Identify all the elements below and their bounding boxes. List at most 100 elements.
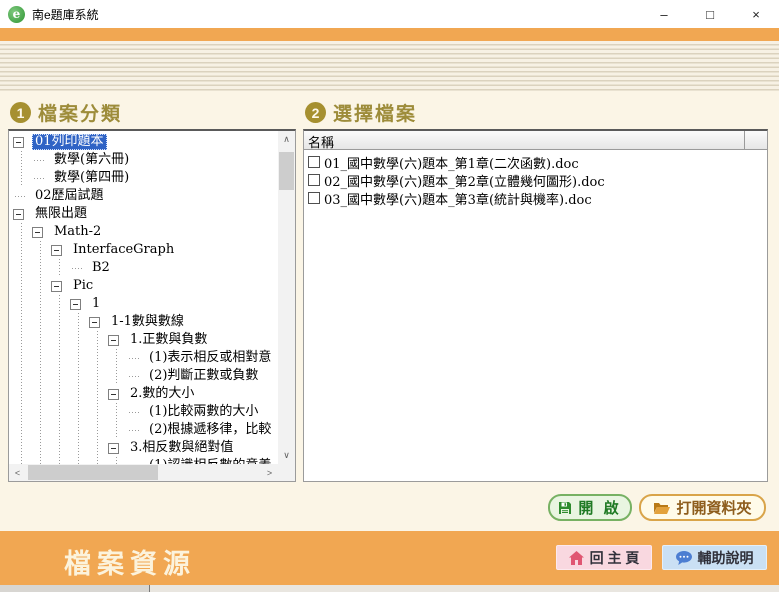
file-row[interactable]: 01_國中數學(六)題本_第1章(二次函數).doc — [304, 153, 767, 171]
scroll-down-icon[interactable]: ∨ — [278, 447, 295, 464]
tree-item-label[interactable]: 1-1數與數線 — [108, 314, 187, 330]
open-button[interactable]: 開 啟 — [548, 494, 632, 521]
tree-item-label[interactable]: (1)比較兩數的大小 — [146, 404, 261, 420]
tree-item[interactable]: (1)表示相反或相對意 — [13, 349, 278, 367]
tree-item-label[interactable]: 數學(第六冊) — [51, 152, 132, 168]
tree-item-label[interactable]: 1 — [89, 296, 103, 312]
tree-item-label[interactable]: 無限出題 — [32, 206, 90, 222]
scroll-up-icon[interactable]: ∧ — [278, 131, 295, 148]
tree-guide-line — [32, 385, 51, 403]
folder-icon — [653, 501, 670, 515]
minimize-button[interactable]: – — [641, 0, 687, 28]
vertical-scroll-thumb[interactable] — [279, 152, 294, 190]
collapse-toggle-icon[interactable] — [108, 389, 119, 400]
tree-guide-line — [13, 403, 32, 421]
tree-item[interactable]: 02歷屆試題 — [13, 187, 278, 205]
speech-bubble-icon — [676, 551, 692, 565]
tree-item-label[interactable]: 1.正數與負數 — [127, 332, 210, 348]
close-button[interactable]: × — [733, 0, 779, 28]
tree-item-label[interactable]: Pic — [70, 278, 96, 294]
tree-guide-line — [32, 259, 51, 277]
scroll-right-icon[interactable]: > — [261, 464, 278, 481]
tree-guide-line — [13, 313, 32, 331]
tree-item[interactable]: 數學(第六冊) — [13, 151, 278, 169]
tree-item-label[interactable]: (2)判斷正數或負數 — [146, 368, 261, 384]
tree-item[interactable]: 數學(第四冊) — [13, 169, 278, 187]
file-row[interactable]: 02_國中數學(六)題本_第2章(立體幾何圖形).doc — [304, 171, 767, 189]
tree-connector — [127, 457, 146, 464]
collapse-toggle-icon[interactable] — [51, 281, 62, 292]
file-name-label[interactable]: 02_國中數學(六)題本_第2章(立體幾何圖形).doc — [324, 171, 605, 190]
collapse-toggle-icon[interactable] — [51, 245, 62, 256]
tree-item-label[interactable]: 02歷屆試題 — [32, 188, 107, 204]
home-icon — [569, 551, 584, 565]
tree-guide-line — [32, 331, 51, 349]
column-header-name[interactable]: 名稱 — [304, 131, 745, 149]
tree-item[interactable]: Math-2 — [13, 223, 278, 241]
tree-item[interactable]: 無限出題 — [13, 205, 278, 223]
tree-item[interactable]: 1.正數與負數 — [13, 331, 278, 349]
tree-item-label[interactable]: B2 — [89, 260, 113, 276]
help-button[interactable]: 輔助說明 — [662, 545, 767, 570]
tree-guide-line — [32, 313, 51, 331]
tree-item-label[interactable]: 2.數的大小 — [127, 386, 197, 402]
tree-item-label[interactable]: (1)表示相反或相對意 — [146, 350, 274, 366]
tree-guide-line — [70, 385, 89, 403]
file-row[interactable]: 03_國中數學(六)題本_第3章(統計與機率).doc — [304, 189, 767, 207]
maximize-button[interactable]: □ — [687, 0, 733, 28]
tree-item[interactable]: B2 — [13, 259, 278, 277]
open-button-label: 開 啟 — [578, 497, 621, 518]
tree-item[interactable]: (2)根據遞移律，比較 — [13, 421, 278, 439]
tree-item-label[interactable]: 01列印題本 — [32, 134, 107, 150]
tree-guide-line — [51, 457, 70, 464]
section-title-select: 選擇檔案 — [333, 99, 417, 126]
tree-item[interactable]: InterfaceGraph — [13, 241, 278, 259]
tree-guide-line — [13, 295, 32, 313]
scroll-left-icon[interactable]: < — [9, 464, 26, 481]
collapse-toggle-icon[interactable] — [32, 227, 43, 238]
home-button[interactable]: 回 主 頁 — [556, 545, 652, 570]
tree-connector — [127, 403, 146, 421]
file-checkbox[interactable] — [308, 192, 320, 204]
file-list-header[interactable]: 名稱 — [304, 131, 767, 150]
file-checkbox[interactable] — [308, 156, 320, 168]
tree-view[interactable]: 01列印題本數學(第六冊) 數學(第四冊) 02歷屆試題無限出題 Math-2 Inte… — [9, 131, 278, 464]
tree-item[interactable]: (1)認識相反數的意義 — [13, 457, 278, 464]
tree-item-label[interactable]: (2)根據遞移律，比較 — [146, 422, 274, 438]
tree-connector — [13, 187, 32, 205]
window-controls: – □ × — [641, 0, 779, 28]
tree-guide-line — [13, 223, 32, 241]
collapse-toggle-icon[interactable] — [13, 137, 24, 148]
tree-item[interactable]: 2.數的大小 — [13, 385, 278, 403]
file-name-label[interactable]: 03_國中數學(六)題本_第3章(統計與機率).doc — [324, 189, 592, 208]
collapse-toggle-icon[interactable] — [108, 335, 119, 346]
tree-item[interactable]: 01列印題本 — [13, 133, 278, 151]
collapse-toggle-icon[interactable] — [108, 443, 119, 454]
collapse-toggle-icon[interactable] — [70, 299, 81, 310]
column-header-extra[interactable] — [745, 131, 767, 149]
tree-guide-line — [70, 421, 89, 439]
tree-item-label[interactable]: 數學(第四冊) — [51, 170, 132, 186]
tree-item-label[interactable]: 3.相反數與絕對值 — [127, 440, 236, 456]
file-checkbox[interactable] — [308, 174, 320, 186]
collapse-toggle-icon[interactable] — [89, 317, 100, 328]
tree-item[interactable]: 1-1數與數線 — [13, 313, 278, 331]
tree-vertical-scrollbar[interactable]: ∧ ∨ — [278, 131, 295, 464]
open-folder-button[interactable]: 打開資料夾 — [639, 494, 766, 521]
tree-guide-line — [51, 439, 70, 457]
tree-item[interactable]: (2)判斷正數或負數 — [13, 367, 278, 385]
tree-guide-line — [108, 403, 127, 421]
file-name-label[interactable]: 01_國中數學(六)題本_第1章(二次函數).doc — [324, 153, 579, 172]
tree-guide-line — [70, 331, 89, 349]
tree-item-label[interactable]: Math-2 — [51, 224, 104, 240]
tree-guide-line — [89, 421, 108, 439]
tree-item[interactable]: 3.相反數與絕對值 — [13, 439, 278, 457]
collapse-toggle-icon[interactable] — [13, 209, 24, 220]
horizontal-scroll-thumb[interactable] — [28, 465, 158, 480]
tree-item-label[interactable]: InterfaceGraph — [70, 242, 177, 258]
tree-item[interactable]: 1 — [13, 295, 278, 313]
tree-item[interactable]: (1)比較兩數的大小 — [13, 403, 278, 421]
tree-guide-line — [51, 259, 70, 277]
tree-item[interactable]: Pic — [13, 277, 278, 295]
tree-horizontal-scrollbar[interactable]: < > — [9, 464, 278, 481]
